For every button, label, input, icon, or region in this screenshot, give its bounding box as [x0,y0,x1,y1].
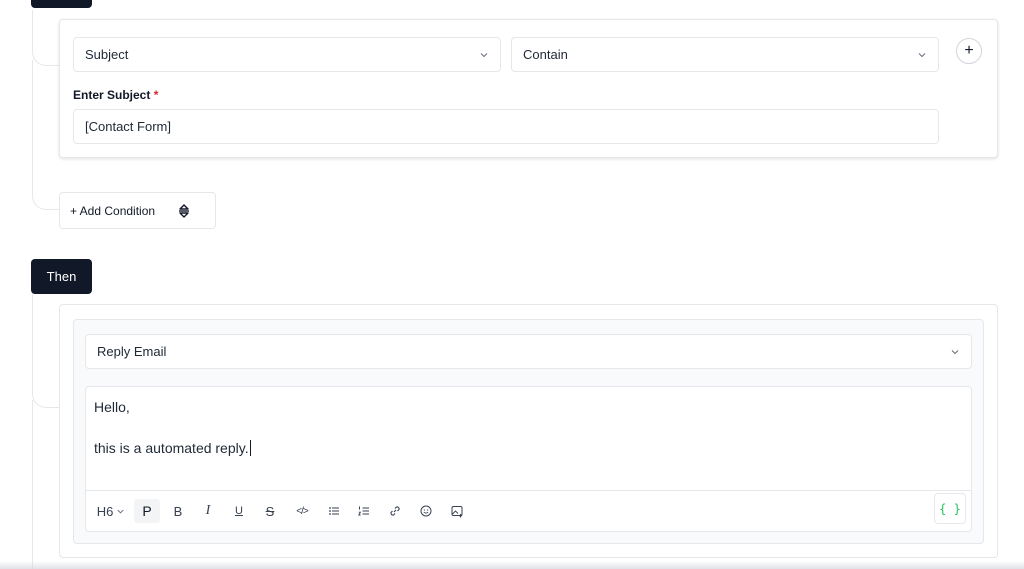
plus-icon: + [964,42,974,59]
field-select-value: Subject [85,47,129,62]
strikethrough-icon: S [265,503,275,519]
heading-label: H6 [96,503,114,519]
curly-braces-icon: { } [939,501,961,516]
underline-button[interactable]: U [227,499,251,523]
bold-button[interactable]: B [166,499,190,523]
editor-line-1: Hello, [94,399,130,415]
strikethrough-button[interactable]: S [258,499,282,523]
then-tag: Then [31,259,92,294]
when-tag [31,0,92,8]
chevron-down-icon [950,347,960,357]
variables-button[interactable]: { } [934,493,966,524]
paragraph-button[interactable]: P [134,499,160,523]
text-caret [249,440,251,456]
image-button[interactable] [445,499,469,523]
add-group-button[interactable]: + [956,38,982,64]
image-add-icon [451,505,462,517]
connector-line [32,10,60,66]
field-select[interactable]: Subject [73,37,501,72]
action-select[interactable]: Reply Email [85,334,972,369]
add-condition-label: + Add Condition [70,203,156,218]
heading-dropdown[interactable]: H6 [92,499,130,523]
emoji-icon [420,505,432,517]
action-card: Reply Email Hello, this is a automated r… [59,304,998,558]
condition-card: Subject Contain + Enter Subject * [Conta… [59,19,998,158]
code-button[interactable]: </> [289,499,315,523]
operator-select[interactable]: Contain [511,37,939,72]
subject-input-value: [Contact Form] [85,119,171,134]
underline-icon: U [235,505,243,517]
sort-icon [177,203,191,219]
editor-line-2: this is a automated reply. [94,440,251,456]
italic-button[interactable]: I [196,499,220,523]
chevron-down-icon [117,509,124,514]
emoji-button[interactable] [414,499,438,523]
bold-icon: B [173,503,183,519]
action-select-value: Reply Email [97,344,167,359]
code-icon: </> [296,505,309,517]
connector-line [32,400,33,569]
connector-line [32,294,60,408]
ordered-list-button[interactable] [352,499,376,523]
required-mark: * [153,88,159,102]
ordered-list-icon [358,506,369,516]
connector-line [32,60,60,210]
subject-input[interactable]: [Contact Form] [73,109,939,144]
italic-icon: I [205,503,211,518]
chevron-down-icon [479,50,489,60]
link-icon [390,506,400,516]
add-condition-button[interactable]: + Add Condition [59,192,216,229]
email-body-editor[interactable]: Hello, this is a automated reply. H6 P B… [85,386,972,532]
bullet-list-button[interactable] [322,499,346,523]
action-panel: Reply Email Hello, this is a automated r… [73,319,984,544]
bullet-list-icon [329,507,339,515]
bottom-shadow [0,561,1024,569]
chevron-down-icon [917,50,927,60]
then-label: Then [46,269,77,284]
link-button[interactable] [383,499,407,523]
toolbar-divider [86,490,971,491]
subject-input-label: Enter Subject * [73,88,159,102]
operator-select-value: Contain [523,47,568,62]
paragraph-label: P [142,503,152,519]
